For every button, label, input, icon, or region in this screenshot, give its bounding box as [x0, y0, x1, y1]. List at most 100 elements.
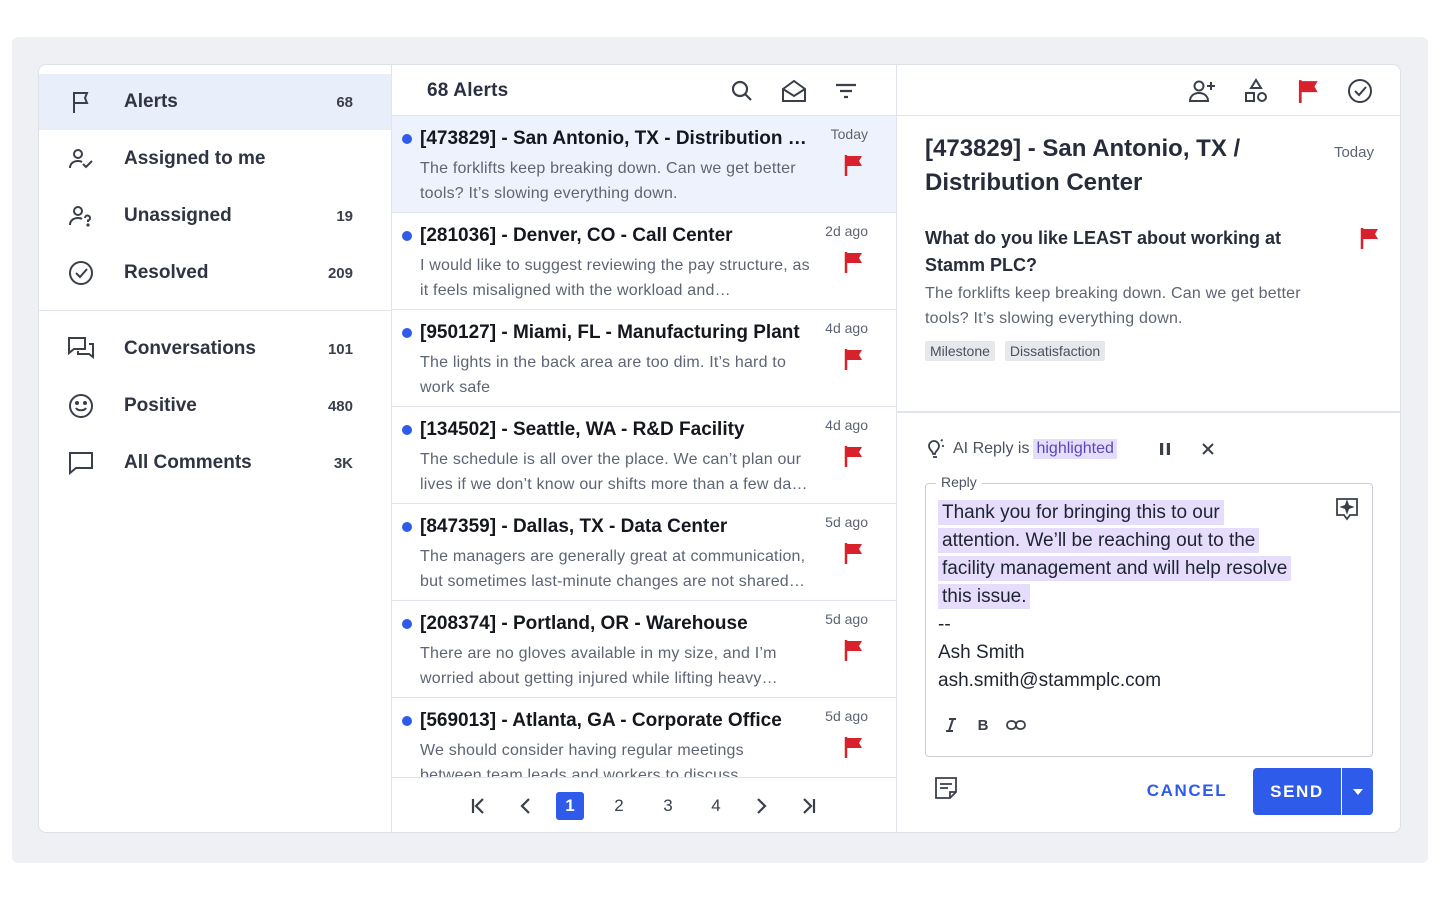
- ai-sparkle-icon[interactable]: [1334, 496, 1360, 522]
- assign-user-icon[interactable]: [1187, 76, 1217, 106]
- signature-separator: --: [938, 614, 951, 635]
- list-item-title: [281036] - Denver, CO - Call Center: [420, 225, 733, 246]
- ai-reply-text: AI Reply is: [953, 440, 1030, 457]
- send-options-dropdown[interactable]: [1342, 768, 1373, 815]
- tag-milestone[interactable]: Milestone: [925, 341, 995, 361]
- ai-reply-highlight: highlighted: [1033, 439, 1117, 459]
- alerts-app: Alerts 68 Assigned to me Unassigned 19 R…: [38, 64, 1401, 833]
- reply-line: facility management and will help resolv…: [938, 556, 1292, 581]
- note-icon[interactable]: [933, 775, 959, 801]
- link-icon[interactable]: [1005, 714, 1027, 736]
- flag-icon[interactable]: [844, 542, 864, 564]
- sidebar-item-resolved[interactable]: Resolved 209: [39, 245, 391, 301]
- sidebar-item-label: All Comments: [124, 452, 252, 473]
- check-circle-icon: [67, 259, 95, 287]
- alerts-list-panel: 68 Alerts [473829] - San Antonio, TX - D…: [392, 65, 897, 832]
- list-item-time: 5d ago: [825, 611, 868, 627]
- sidebar-item-label: Alerts: [124, 91, 178, 112]
- sidebar-item-count: 19: [336, 207, 353, 225]
- sidebar-item-count: 480: [327, 397, 353, 415]
- sidebar-item-all-comments[interactable]: All Comments 3K: [39, 435, 391, 491]
- prev-page-icon[interactable]: [512, 792, 540, 820]
- survey-answer: The forklifts keep breaking down. Can we…: [925, 285, 1301, 327]
- smiley-icon: [67, 392, 95, 420]
- mail-open-icon[interactable]: [780, 77, 808, 105]
- list-item-preview: The managers are generally great at comm…: [420, 548, 806, 590]
- sidebar-item-assigned-to-me[interactable]: Assigned to me: [39, 131, 391, 187]
- survey-question: What do you like LEAST about working at …: [925, 228, 1282, 275]
- page-4-button[interactable]: 4: [702, 792, 730, 820]
- detail-time: Today: [1333, 144, 1374, 161]
- flag-icon[interactable]: [844, 348, 864, 370]
- reply-body[interactable]: Thank you for bringing this to our atten…: [938, 499, 1328, 695]
- list-item[interactable]: [208374] - Portland, OR - Warehouse Ther…: [392, 601, 896, 698]
- page-1-button[interactable]: 1: [556, 792, 584, 820]
- flag-icon[interactable]: [844, 154, 864, 176]
- sidebar-item-label: Unassigned: [124, 205, 232, 226]
- sidebar-item-unassigned[interactable]: Unassigned 19: [39, 188, 391, 244]
- list-item-title: [569013] - Atlanta, GA - Corporate Offic…: [420, 710, 782, 731]
- flag-outline-icon: [67, 88, 95, 116]
- last-page-icon[interactable]: [794, 792, 822, 820]
- page-3-button[interactable]: 3: [654, 792, 682, 820]
- bold-icon[interactable]: B: [972, 714, 994, 736]
- list-item[interactable]: [134502] - Seattle, WA - R&D Facility Th…: [392, 407, 896, 504]
- list-item-preview: The lights in the back area are too dim.…: [420, 354, 787, 396]
- filter-icon[interactable]: [832, 77, 860, 105]
- flag-icon[interactable]: [844, 736, 864, 758]
- list-item-preview: I would like to suggest reviewing the pa…: [420, 257, 810, 299]
- unread-dot: [402, 231, 412, 241]
- alert-detail-panel: [473829] - San Antonio, TX / Distributio…: [897, 65, 1400, 832]
- list-item-preview: We should consider having regular meetin…: [420, 742, 744, 777]
- categories-icon[interactable]: [1241, 76, 1271, 106]
- reply-line: this issue.: [938, 584, 1031, 609]
- cancel-button[interactable]: CANCEL: [1135, 768, 1239, 814]
- reply-line: attention. We’ll be reaching out to the: [938, 528, 1260, 553]
- flag-icon[interactable]: [844, 445, 864, 467]
- list-item[interactable]: [847359] - Dallas, TX - Data Center The …: [392, 504, 896, 601]
- reply-editor[interactable]: Reply Thank you for bringing this to our…: [925, 474, 1373, 757]
- italic-icon[interactable]: [940, 714, 962, 736]
- search-icon[interactable]: [728, 77, 756, 105]
- list-item[interactable]: [281036] - Denver, CO - Call Center I wo…: [392, 213, 896, 310]
- unread-dot: [402, 134, 412, 144]
- detail-title: [473829] - San Antonio, TX / Distributio…: [925, 135, 1241, 196]
- first-page-icon[interactable]: [465, 792, 493, 820]
- pagination: 1 2 3 4: [392, 777, 896, 832]
- sidebar-item-count: 3K: [333, 454, 353, 472]
- sidebar-item-positive[interactable]: Positive 480: [39, 378, 391, 434]
- sidebar-item-label: Conversations: [124, 338, 256, 359]
- unread-dot: [402, 425, 412, 435]
- unread-dot: [402, 522, 412, 532]
- tag-list: Milestone Dissatisfaction: [925, 341, 1106, 361]
- list-item[interactable]: [569013] - Atlanta, GA - Corporate Offic…: [392, 698, 896, 777]
- flag-icon[interactable]: [844, 639, 864, 661]
- sidebar-item-alerts[interactable]: Alerts 68: [39, 74, 391, 130]
- list-item-time: 4d ago: [825, 320, 868, 336]
- sidebar-item-label: Resolved: [124, 262, 209, 283]
- send-button[interactable]: SEND: [1253, 768, 1341, 815]
- list-item[interactable]: [950127] - Miami, FL - Manufacturing Pla…: [392, 310, 896, 407]
- unread-dot: [402, 716, 412, 726]
- next-page-icon[interactable]: [747, 792, 775, 820]
- list-item-time: 5d ago: [825, 708, 868, 724]
- list-item-time: 5d ago: [825, 514, 868, 530]
- tag-dissatisfaction[interactable]: Dissatisfaction: [1004, 341, 1106, 361]
- sidebar-item-conversations[interactable]: Conversations 101: [39, 321, 391, 377]
- list-header: 68 Alerts: [392, 65, 896, 116]
- sidebar-divider: [39, 310, 391, 311]
- flag-icon[interactable]: [1294, 76, 1324, 106]
- detail-divider: [897, 411, 1400, 413]
- page-2-button[interactable]: 2: [605, 792, 633, 820]
- flag-icon[interactable]: [844, 251, 864, 273]
- flag-icon[interactable]: [1360, 227, 1380, 249]
- signature-email: ash.smith@stammplc.com: [938, 670, 1162, 691]
- alerts-list: [473829] - San Antonio, TX - Distributio…: [392, 116, 896, 777]
- resolve-check-icon[interactable]: [1345, 76, 1375, 106]
- pause-icon[interactable]: [1153, 437, 1177, 461]
- sidebar-item-count: 68: [336, 93, 353, 111]
- list-item-preview: The schedule is all over the place. We c…: [420, 451, 808, 493]
- user-check-icon: [67, 145, 95, 173]
- close-icon[interactable]: [1196, 437, 1220, 461]
- list-item[interactable]: [473829] - San Antonio, TX - Distributio…: [392, 116, 896, 213]
